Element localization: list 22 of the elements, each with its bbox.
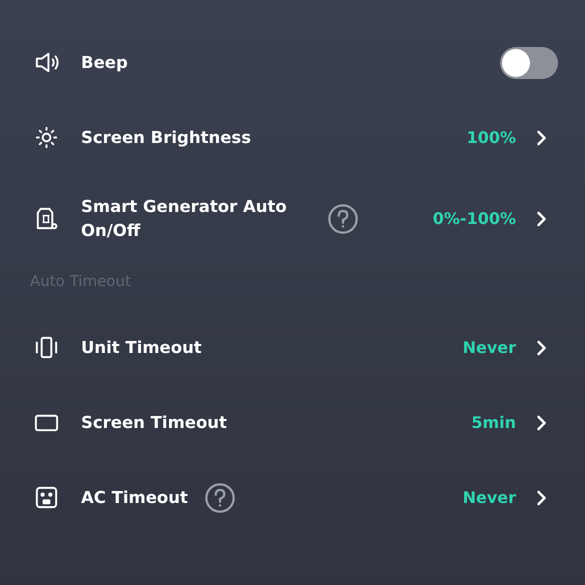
setting-value: Never [462,338,516,357]
setting-value: 100% [466,128,516,147]
help-icon[interactable] [204,482,236,514]
chevron-icon[interactable] [536,338,548,356]
setting-label: AC Timeout [81,486,188,509]
setting-label: Unit Timeout [81,336,202,359]
setting-value: Never [462,488,516,507]
setting-label: Smart Generator Auto On/Off [81,196,288,242]
sun-icon [33,124,60,151]
setting-value: 5min [471,413,516,432]
chevron-icon[interactable] [536,128,548,146]
setting-label: Beep [81,52,128,74]
chevron-icon[interactable] [536,488,548,506]
setting-label: Screen Timeout [81,412,227,434]
setting-value: 0%-100% [432,209,516,228]
setting-label: Screen Brightness [81,126,252,149]
outlet-icon [33,484,60,511]
help-icon[interactable] [327,202,359,234]
beep-toggle[interactable] [500,46,558,78]
chevron-icon[interactable] [536,210,548,228]
phone-vibrate-icon [33,334,60,361]
chevron-icon[interactable] [536,414,548,432]
